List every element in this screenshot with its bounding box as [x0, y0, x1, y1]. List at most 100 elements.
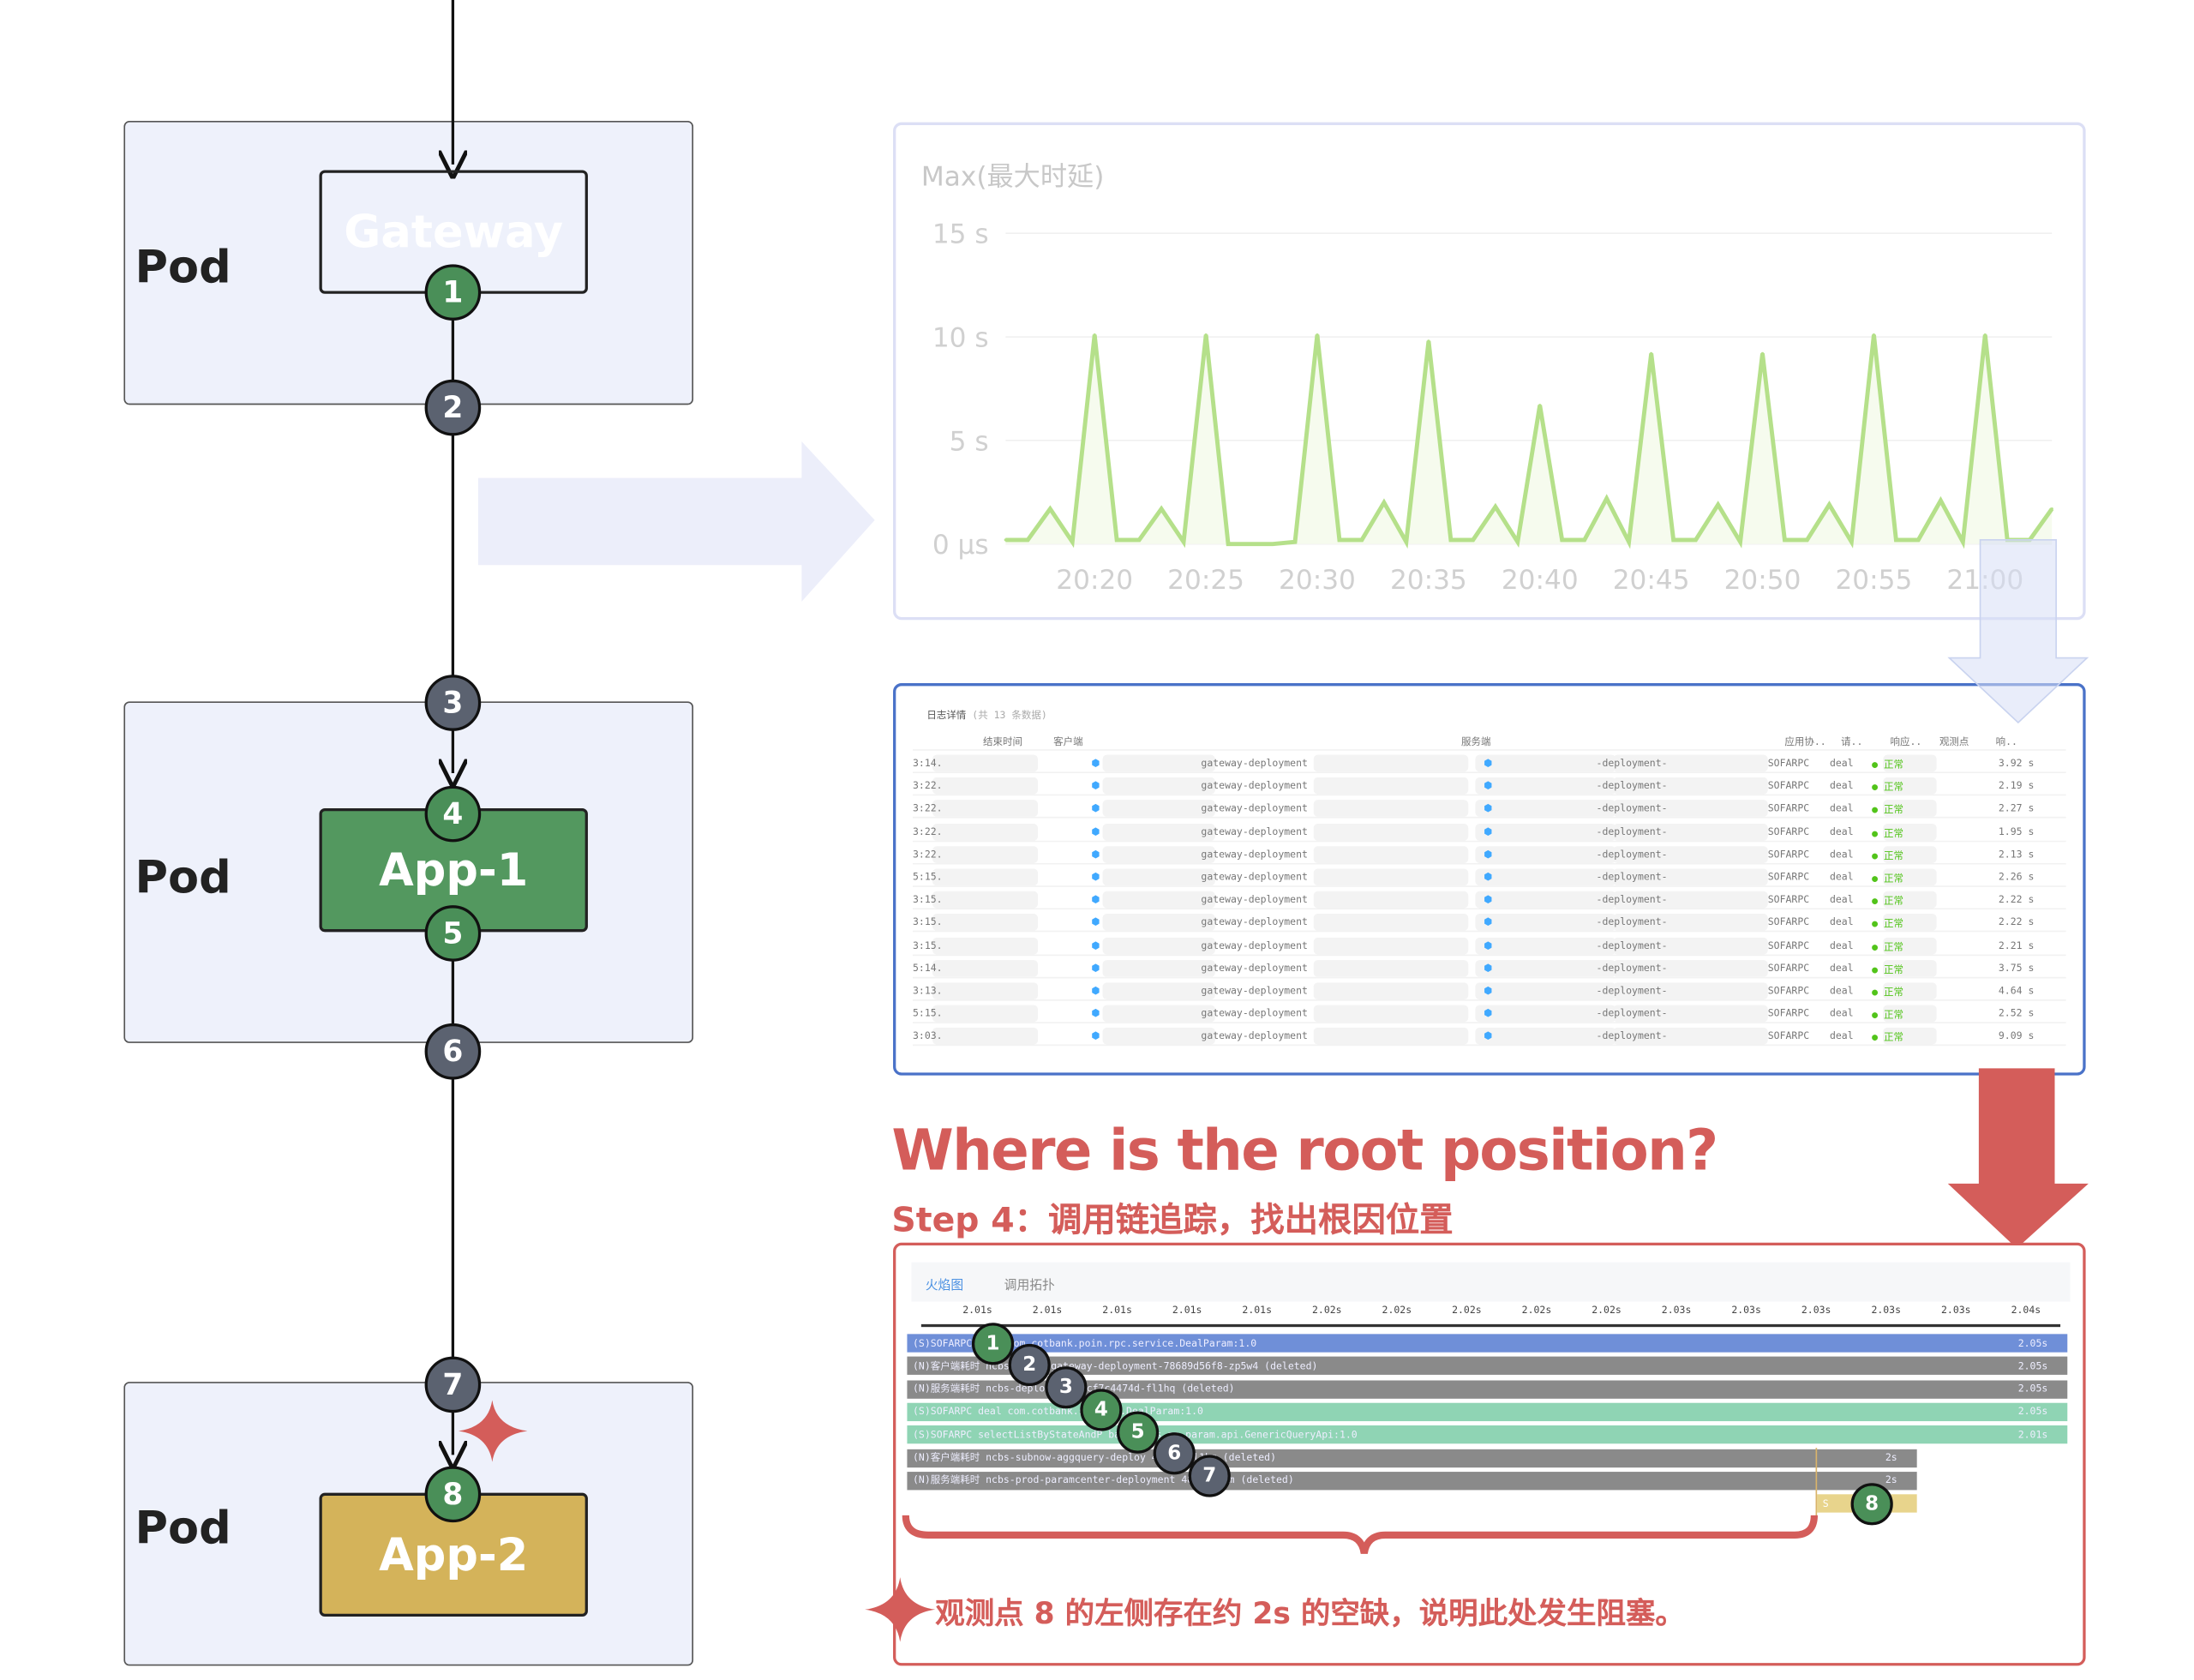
redacted-cell — [1313, 891, 1469, 909]
data-point — [1716, 503, 1720, 507]
flame-row[interactable]: (N) 服务端耗时 ncbs-prod-paramcenter-deployme… — [907, 1471, 1917, 1491]
table-row[interactable]: 5:15. gateway-deployment -deployment- SOFAR… — [913, 1004, 2066, 1024]
row-duration: 2.05s — [2017, 1383, 2048, 1395]
table-cell: 2.52 s — [1998, 1008, 2035, 1020]
table-row[interactable]: 5:14. gateway-deployment -deployment- SOFAR… — [913, 958, 2066, 979]
table-cell: SOFARPC — [1767, 939, 1810, 951]
redacted-cell — [1475, 845, 1616, 863]
column-header[interactable]: 观测点 — [1939, 735, 1969, 749]
x-tick-label: 20:35 — [1390, 565, 1467, 596]
flame-tick-label: 2.01s — [1172, 1304, 1202, 1317]
table-cell: ● 正常 — [1872, 895, 1903, 908]
redacted-cell — [1475, 914, 1616, 932]
row-badge: (N) — [913, 1383, 931, 1395]
redacted-cell — [1475, 754, 1616, 772]
cube-icon: ⬢ — [1484, 985, 1493, 997]
data-point — [1849, 540, 1854, 543]
redacted-cell — [1102, 1005, 1215, 1023]
column-header[interactable]: 服务端 — [1461, 735, 1490, 749]
table-cell: -deployment- — [1596, 757, 1668, 770]
cube-icon: ⬢ — [1484, 780, 1493, 792]
table-row[interactable]: 3:15. gateway-deployment -deployment- SOFAR… — [913, 890, 2066, 910]
table-row[interactable]: 3:15. gateway-deployment -deployment- SOFAR… — [913, 936, 2066, 956]
table-cell: -deployment- — [1596, 894, 1668, 906]
table-cell: 3:22. — [913, 849, 943, 861]
cube-icon: ⬢ — [1484, 916, 1493, 929]
table-cell: deal — [1829, 894, 1854, 906]
column-header[interactable]: 结束时间 — [983, 735, 1022, 749]
table-cell: deal — [1829, 780, 1854, 792]
x-tick-label: 20:30 — [1279, 565, 1356, 596]
cube-icon: ⬢ — [1091, 894, 1100, 906]
cube-icon: ⬢ — [1484, 963, 1493, 975]
flame-tick-label: 2.02s — [1452, 1304, 1482, 1317]
table-row[interactable]: 3:03. gateway-deployment -deployment- SOFAR… — [913, 1027, 2066, 1047]
table-cell: -deployment- — [1596, 849, 1668, 861]
row-badge: (N) — [913, 1360, 931, 1372]
cube-icon: ⬢ — [1091, 803, 1100, 815]
table-cell: deal — [1829, 939, 1854, 951]
star-icon — [458, 1400, 528, 1462]
table-cell: ● 正常 — [1872, 987, 1903, 999]
redacted-cell — [1313, 777, 1469, 795]
row-badge: (N) — [913, 1452, 931, 1464]
redacted-cell — [932, 845, 1039, 863]
flame-tabs: 火焰图 调用拓扑 — [911, 1262, 2071, 1302]
table-cell: gateway-deployment — [1201, 780, 1308, 792]
row-badge: (S) — [913, 1337, 931, 1349]
data-point — [1894, 538, 1898, 542]
table-cell: SOFARPC — [1767, 963, 1810, 975]
cube-icon: ⬢ — [1091, 825, 1100, 837]
redacted-cell — [932, 823, 1039, 841]
data-point — [1137, 538, 1141, 542]
table-cell: deal — [1829, 849, 1854, 861]
column-header[interactable]: 响应.. — [1891, 735, 1922, 749]
marker-3: 3 — [424, 675, 482, 731]
data-point — [1115, 538, 1118, 542]
flame-tick-label: 2.04s — [2011, 1304, 2041, 1317]
tab-flame[interactable]: 火焰图 — [926, 1275, 963, 1293]
table-cell: SOFARPC — [1767, 871, 1810, 883]
column-header[interactable]: 客户端 — [1053, 735, 1082, 749]
cube-icon: ⬢ — [1484, 1030, 1493, 1042]
table-cell: -deployment- — [1596, 963, 1668, 975]
table-row[interactable]: 3:22. gateway-deployment -deployment- SOFAR… — [913, 844, 2066, 865]
data-point — [1271, 543, 1274, 546]
tab-topology[interactable]: 调用拓扑 — [1004, 1275, 1055, 1293]
table-row[interactable]: 3:22. gateway-deployment -deployment- SOFAR… — [913, 777, 2066, 796]
row-label: 服务端耗时 ncbs-prod-paramcenter-deployment 4… — [930, 1474, 1294, 1486]
table-row[interactable]: 5:15. gateway-deployment -deployment- SOFAR… — [913, 867, 2066, 887]
cube-icon: ⬢ — [1484, 803, 1493, 815]
flame-row[interactable]: (S) SOFARPC deal com.cotbank.poin.rpc.se… — [907, 1334, 2068, 1353]
redacted-cell — [1475, 982, 1616, 1000]
column-header[interactable]: 应用协.. — [1784, 735, 1825, 749]
table-cell: 1.95 s — [1998, 825, 2035, 837]
table-cell: 5:15. — [913, 1008, 943, 1020]
cube-icon: ⬢ — [1484, 939, 1493, 951]
table-cell: gateway-deployment — [1201, 916, 1308, 929]
light-arrow-down — [1947, 538, 2089, 724]
redacted-cell — [1313, 845, 1469, 863]
table-row[interactable]: 3:15. gateway-deployment -deployment- SOFAR… — [913, 913, 2066, 933]
data-point — [1538, 404, 1542, 407]
table-cell: 3:22. — [913, 780, 943, 792]
column-header[interactable]: 请.. — [1841, 735, 1862, 749]
redacted-cell — [1475, 823, 1616, 841]
table-cell: 2.19 s — [1998, 780, 2035, 792]
table-row[interactable]: 3:13. gateway-deployment -deployment- SOFAR… — [913, 981, 2066, 1001]
table-row[interactable]: 3:14. gateway-deployment -deployment- SOFAR… — [913, 753, 2066, 773]
table-cell: -deployment- — [1596, 1030, 1668, 1042]
table-row[interactable]: 3:22. gateway-deployment -deployment- SOFAR… — [913, 822, 2066, 842]
redacted-cell — [932, 914, 1039, 932]
redacted-cell — [932, 959, 1039, 977]
table-cell: 5:14. — [913, 963, 943, 975]
table-cell: deal — [1829, 757, 1854, 770]
flame-row[interactable]: (S) SOFARPC selectListByStateAndP bank.n… — [907, 1425, 2068, 1444]
flame-row[interactable]: (N) 客户端耗时 ncbs-subnow-aggquery-deploy 44… — [907, 1449, 1917, 1467]
column-header[interactable]: 响.. — [1996, 735, 2017, 749]
table-row[interactable]: 3:22. gateway-deployment -deployment- SOFAR… — [913, 799, 2066, 819]
table-cell: ● 正常 — [1872, 1009, 1903, 1021]
table-cell: gateway-deployment — [1201, 1008, 1308, 1020]
table-cell: 3:15. — [913, 894, 943, 906]
table-cell: ● 正常 — [1872, 827, 1903, 839]
